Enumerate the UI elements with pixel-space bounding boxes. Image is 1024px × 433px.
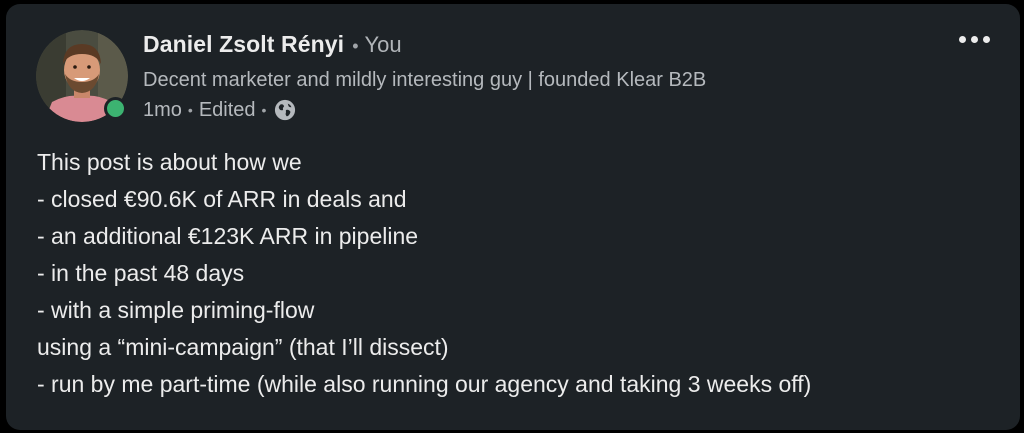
author-avatar-container[interactable] — [36, 30, 128, 122]
post-text-line: - closed €90.6K of ARR in deals and — [37, 186, 407, 212]
meta-separator: • — [187, 102, 193, 118]
meta-separator: • — [261, 102, 267, 118]
post-age: 1mo — [143, 98, 182, 121]
author-headline: Decent marketer and mildly interesting g… — [143, 69, 707, 91]
post-text-line: This post is about how we — [37, 149, 302, 175]
author-name[interactable]: Daniel Zsolt Rényi — [143, 31, 344, 58]
post-text-line: - run by me part-time (while also runnin… — [37, 371, 812, 397]
author-name-line: Daniel Zsolt Rényi • You — [143, 31, 960, 63]
post-header: Daniel Zsolt Rényi • You Decent marketer… — [143, 31, 960, 125]
more-horizontal-icon — [983, 36, 990, 43]
relation-label: You — [364, 32, 402, 57]
post-card: Daniel Zsolt Rényi • You Decent marketer… — [6, 4, 1020, 430]
edited-label: Edited — [198, 98, 256, 121]
post-text-line: - an additional €123K ARR in pipeline — [37, 223, 419, 249]
globe-icon[interactable] — [274, 99, 296, 121]
post-text-line: - in the past 48 days — [37, 260, 245, 286]
relation-separator: • — [352, 36, 359, 56]
online-status-indicator — [104, 97, 127, 120]
more-horizontal-icon — [971, 36, 978, 43]
post-meta: 1mo • Edited • — [143, 95, 960, 125]
more-horizontal-icon — [959, 36, 966, 43]
post-text-line: using a “mini-campaign” (that I’ll disse… — [37, 334, 449, 360]
post-text-line: - with a simple priming-flow — [37, 297, 315, 323]
more-options-button[interactable] — [955, 32, 994, 47]
post-text: This post is about how we - closed €90.6… — [37, 144, 1000, 403]
